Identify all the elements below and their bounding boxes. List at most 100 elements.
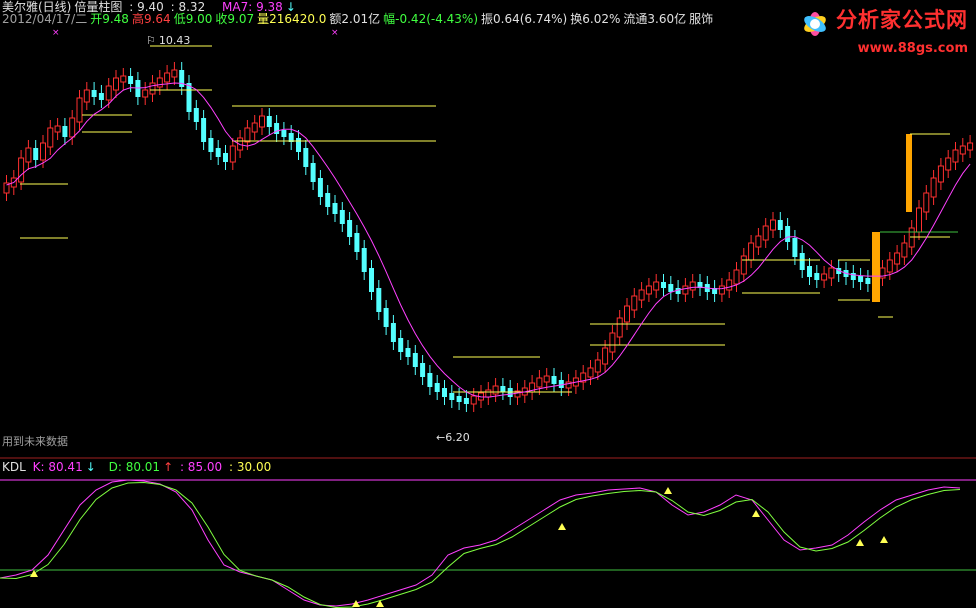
candle (485, 389, 492, 398)
candle (449, 393, 455, 400)
double-volume-bar (872, 232, 880, 302)
buy-signal-triangle-icon (856, 539, 864, 546)
candle (792, 238, 798, 257)
d-up-arrow-icon: ↑ (163, 460, 174, 474)
candle (405, 348, 411, 357)
candle (354, 233, 360, 252)
level-lines-group (20, 45, 958, 393)
candle (62, 126, 68, 137)
candle (470, 395, 477, 405)
candle (492, 385, 499, 395)
candle (536, 377, 543, 388)
kdl-upper-level: : 85.00 (179, 460, 223, 474)
candle (76, 97, 83, 123)
candle (894, 252, 901, 265)
candle (361, 248, 367, 272)
candle (543, 375, 550, 383)
candle (369, 268, 374, 292)
candle (638, 289, 645, 301)
candle (193, 108, 199, 122)
candle (215, 148, 221, 157)
candle (281, 130, 287, 137)
candle (171, 69, 178, 78)
candle (33, 148, 39, 160)
low-price-label: ←6.20 (436, 431, 470, 444)
candle (339, 210, 345, 224)
candle (259, 115, 265, 128)
candle (398, 338, 404, 352)
candle (668, 284, 674, 292)
candle (645, 285, 652, 295)
kdl-d-value: D: 80.01 (108, 460, 161, 474)
candle (609, 332, 616, 353)
ma-line-group (6, 82, 971, 398)
candle (916, 207, 922, 233)
candle (937, 165, 944, 183)
candle (83, 89, 90, 103)
kdl-header: KDL K: 80.41 ↓ D: 80.01 ↑ : 85.00 : 30.00 (2, 460, 274, 474)
candle (689, 281, 696, 291)
candle (821, 273, 828, 281)
buy-signal-triangle-icon (664, 487, 672, 494)
k-down-arrow-icon: ↓ (85, 460, 96, 474)
candle (631, 295, 638, 311)
candle (223, 153, 228, 162)
candle (930, 177, 937, 198)
candle (164, 72, 171, 83)
buy-signal-triangle-icon (558, 523, 566, 530)
candle (733, 269, 740, 285)
candle (755, 235, 762, 248)
candle (456, 396, 462, 402)
candle (785, 226, 791, 242)
candle (865, 278, 871, 284)
candle (923, 192, 930, 213)
candle (442, 388, 447, 397)
candle (726, 279, 733, 291)
candle (98, 93, 104, 100)
candle (558, 380, 564, 388)
candle (251, 122, 258, 133)
candle (740, 255, 747, 275)
candle (186, 83, 192, 112)
candle (317, 178, 323, 197)
candle (18, 157, 25, 183)
candle (967, 142, 974, 151)
kdl-k-value: K: 80.41 (32, 460, 83, 474)
candle (661, 282, 666, 288)
candle (142, 89, 149, 98)
candle (945, 157, 952, 171)
k-line (0, 479, 961, 607)
candle (266, 116, 272, 127)
candle (47, 127, 54, 148)
candle (40, 142, 46, 161)
candle (310, 163, 316, 182)
candle (347, 220, 353, 237)
candle (828, 267, 835, 279)
candle (149, 82, 156, 95)
high-flag-icon: ⚐ (146, 34, 156, 47)
candle (412, 353, 418, 367)
candle (858, 276, 864, 282)
candle (602, 347, 609, 365)
candle (814, 273, 820, 280)
candle (770, 219, 776, 231)
candle (179, 70, 185, 87)
candle (624, 305, 630, 323)
candle (807, 266, 812, 277)
candlestick-chart[interactable]: × × (0, 0, 976, 608)
candle (128, 76, 134, 84)
candle (427, 373, 433, 387)
candle (777, 220, 783, 230)
candle (594, 359, 601, 373)
candle (113, 77, 119, 91)
ma7-line (6, 82, 971, 398)
candle (500, 386, 506, 392)
candle (587, 367, 594, 378)
candle (303, 148, 309, 167)
candle (886, 259, 893, 273)
candle (244, 127, 251, 143)
candle (54, 125, 61, 133)
kdl-lower-level: : 30.00 (229, 460, 272, 474)
candles-group (3, 62, 974, 412)
future-data-warning: 用到未来数据 (2, 435, 68, 448)
